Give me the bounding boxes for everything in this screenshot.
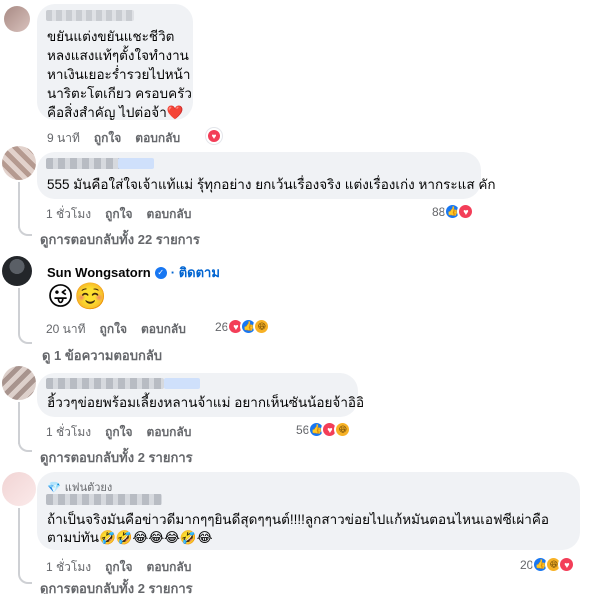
thread-connector bbox=[18, 434, 32, 452]
comment-actions: 1 ชั่วโมง ถูกใจ ตอบกลับ bbox=[46, 423, 191, 442]
reply-button[interactable]: ตอบกลับ bbox=[135, 129, 180, 148]
timestamp[interactable]: 20 นาที bbox=[46, 320, 86, 339]
comment-text-line: คือสิ่งสำคัญ ไปต่อจ้า❤️ bbox=[47, 105, 184, 120]
view-replies-link[interactable]: ดูการตอบกลับทั้ง 22 รายการ bbox=[40, 229, 200, 250]
reaction-count: 88 bbox=[432, 204, 446, 219]
avatar[interactable] bbox=[2, 146, 36, 180]
like-button[interactable]: ถูกใจ bbox=[105, 423, 132, 442]
reply-button[interactable]: ตอบกลับ bbox=[147, 423, 192, 442]
like-button[interactable]: ถูกใจ bbox=[94, 129, 121, 148]
timestamp[interactable]: 9 นาที bbox=[47, 129, 80, 148]
reply-button[interactable]: ตอบกลับ bbox=[141, 320, 186, 339]
reaction-count: 56 bbox=[296, 422, 310, 437]
author-name-text[interactable]: Sun Wongsatorn bbox=[47, 265, 151, 280]
verified-badge-icon: ✓ bbox=[154, 266, 167, 279]
blurred-author-name bbox=[164, 378, 200, 389]
reaction-count: 20 bbox=[520, 557, 534, 572]
comment-actions: 20 นาที ถูกใจ ตอบกลับ bbox=[46, 320, 186, 339]
follow-label[interactable]: ติดตาม bbox=[179, 265, 220, 280]
blurred-author-name bbox=[46, 494, 162, 505]
blurred-author-name bbox=[46, 10, 134, 21]
view-replies-link[interactable]: ดูการตอบกลับทั้ง 2 รายการ bbox=[40, 447, 193, 468]
blurred-author-name bbox=[118, 158, 154, 169]
comment-actions: 1 ชั่วโมง ถูกใจ ตอบกลับ bbox=[46, 205, 191, 224]
avatar[interactable] bbox=[4, 6, 30, 32]
reaction-summary[interactable]: 26 ♥ 👍 😆 bbox=[215, 318, 271, 335]
comment-actions: 9 นาที ถูกใจ ตอบกลับ bbox=[47, 129, 180, 148]
timestamp[interactable]: 1 ชั่วโมง bbox=[46, 423, 91, 442]
comment-actions: 1 ชั่วโมง ถูกใจ ตอบกลับ bbox=[46, 558, 191, 577]
like-button[interactable]: ถูกใจ bbox=[100, 320, 127, 339]
like-button[interactable]: ถูกใจ bbox=[105, 205, 132, 224]
reply-button[interactable]: ตอบกลับ bbox=[147, 558, 192, 577]
like-button[interactable]: ถูกใจ bbox=[105, 558, 132, 577]
view-replies-link[interactable]: ดู 1 ข้อความตอบกลับ bbox=[42, 345, 162, 366]
comment-text-line: ตามบ่ทัน🤣🤣😂😂😂🤣😂 bbox=[47, 530, 213, 545]
love-reaction-icon: ♥ bbox=[558, 556, 576, 573]
avatar[interactable] bbox=[2, 366, 36, 400]
reply-button[interactable]: ตอบกลับ bbox=[147, 205, 192, 224]
avatar[interactable] bbox=[2, 472, 36, 506]
reaction-summary[interactable]: 56 👍 ♥ 😆 bbox=[296, 421, 352, 438]
follow-button[interactable]: · ติดตาม bbox=[171, 262, 220, 283]
comment-text: ฮิ้ววๆข่อยพร้อมเลี้ยงหลานจ้าแม่ อยากเห็น… bbox=[47, 395, 365, 410]
timestamp[interactable]: 1 ชั่วโมง bbox=[46, 558, 91, 577]
haha-reaction-icon: 😆 bbox=[334, 421, 352, 438]
comment-text-line: ถ้าเป็นจริงมันคือข่าวดีมากๆๆยินดีสุดๆๆนต… bbox=[47, 512, 549, 527]
thread-connector bbox=[18, 326, 32, 344]
thread-connector bbox=[18, 566, 32, 584]
comment-text: 555 มันคือใส่ใจเจ้าแท้แม่ รุ้ทุกอย่าง ยก… bbox=[47, 177, 496, 192]
timestamp[interactable]: 1 ชั่วโมง bbox=[46, 205, 91, 224]
reaction-count: 26 bbox=[215, 319, 229, 334]
diamond-icon: 💎 bbox=[47, 481, 61, 494]
thread-line bbox=[18, 508, 20, 570]
comment-text-line: ขยันแต่งขยันแชะชีวิต bbox=[47, 29, 175, 44]
comment-emojis: 😜☺️ bbox=[47, 281, 107, 311]
avatar[interactable] bbox=[2, 256, 32, 286]
thread-connector bbox=[18, 218, 32, 236]
comment-text-line: หลงแสงแท้ๆตั้งใจทำงาน bbox=[47, 48, 189, 63]
view-replies-link[interactable]: ดูการตอบกลับทั้ง 2 รายการ bbox=[40, 578, 193, 594]
blurred-author-name bbox=[46, 378, 164, 389]
comment-text-line: หาเงินเยอะร่ำรวยไปหน้า bbox=[47, 67, 191, 82]
reaction-summary[interactable]: 88 👍 ♥ bbox=[432, 203, 475, 220]
haha-reaction-icon: 😆 bbox=[253, 318, 271, 335]
author-name[interactable]: Sun Wongsatorn ✓ · ติดตาม bbox=[47, 262, 220, 283]
love-reaction-icon[interactable]: ♥ bbox=[206, 128, 222, 144]
love-reaction-icon: ♥ bbox=[457, 203, 475, 220]
reaction-summary[interactable]: 20 👍 😆 ♥ bbox=[520, 556, 576, 573]
comment-text-line: นาริตะโตเกียว ครอบครัว bbox=[47, 86, 192, 101]
